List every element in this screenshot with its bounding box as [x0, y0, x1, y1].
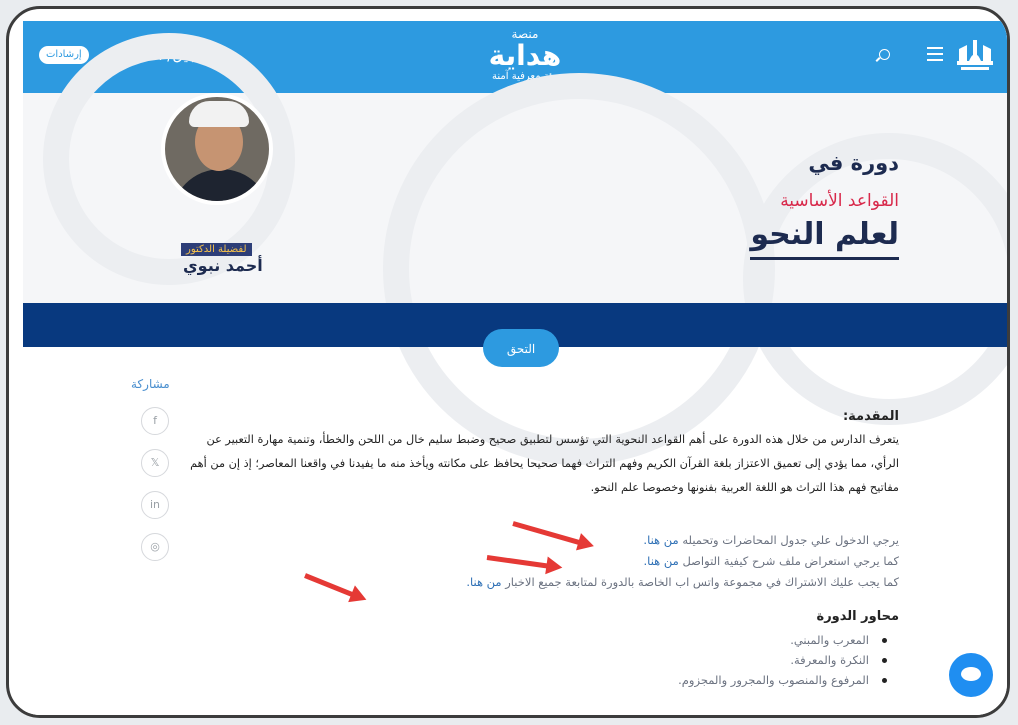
linkedin-share-icon[interactable]: in: [141, 491, 169, 519]
course-content: المقدمة: يتعرف الدارس من خلال هذه الدورة…: [183, 401, 899, 690]
screenshot-frame: إرشادات التسجيل/ الدخول منصة هداية بيئة …: [6, 6, 1010, 718]
course-subtitle: القواعد الأساسية: [780, 191, 899, 211]
mosque-book-logo-icon[interactable]: [955, 37, 995, 77]
decorative-arc: [743, 133, 1007, 425]
course-title: لعلم النحو: [750, 215, 899, 260]
axes-list: المعرب والمبني. النكرة والمعرفة. المرفوع…: [183, 630, 899, 690]
list-item: المرفوع والمنصوب والمجرور والمجزوم.: [183, 670, 899, 690]
note-line: كما يرجي استعراض ملف شرح كيفية التواصل م…: [643, 554, 899, 568]
list-item: المعرب والمبني.: [183, 630, 899, 650]
messenger-chat-icon[interactable]: [949, 653, 993, 697]
whatsapp-group-link[interactable]: من هنا.: [466, 575, 501, 589]
join-course-button[interactable]: التحق: [483, 329, 559, 367]
lecturer-name: أحمد نبوي: [183, 256, 263, 275]
contact-guide-link[interactable]: من هنا.: [644, 554, 679, 568]
x-share-icon[interactable]: 𝕏: [141, 449, 169, 477]
schedule-link[interactable]: من هنا.: [643, 533, 678, 547]
share-label: مشاركة: [131, 377, 170, 391]
guide-button[interactable]: إرشادات: [39, 46, 89, 64]
facebook-share-icon[interactable]: f: [141, 407, 169, 435]
course-prefix: دورة في: [808, 151, 899, 175]
hamburger-menu-icon[interactable]: [927, 47, 943, 61]
page: إرشادات التسجيل/ الدخول منصة هداية بيئة …: [23, 21, 1007, 715]
intro-paragraph: يتعرف الدارس من خلال هذه الدورة على أهم …: [190, 433, 899, 494]
axes-heading: محاور الدورة: [816, 609, 899, 624]
lecturer-label: لفضيلة الدكتور: [181, 243, 252, 256]
search-icon[interactable]: [879, 49, 890, 60]
intro-heading: المقدمة:: [842, 409, 899, 424]
lecturer-avatar: [161, 93, 273, 205]
notes-block: يرجي الدخول علي جدول المحاضرات وتحميله م…: [183, 530, 899, 593]
note-line: كما يجب عليك الاشتراك في مجموعة واتس اب …: [466, 575, 899, 589]
brand-name: هداية: [488, 39, 562, 72]
whatsapp-share-icon[interactable]: ◎: [141, 533, 169, 561]
list-item: النكرة والمعرفة.: [183, 650, 899, 670]
